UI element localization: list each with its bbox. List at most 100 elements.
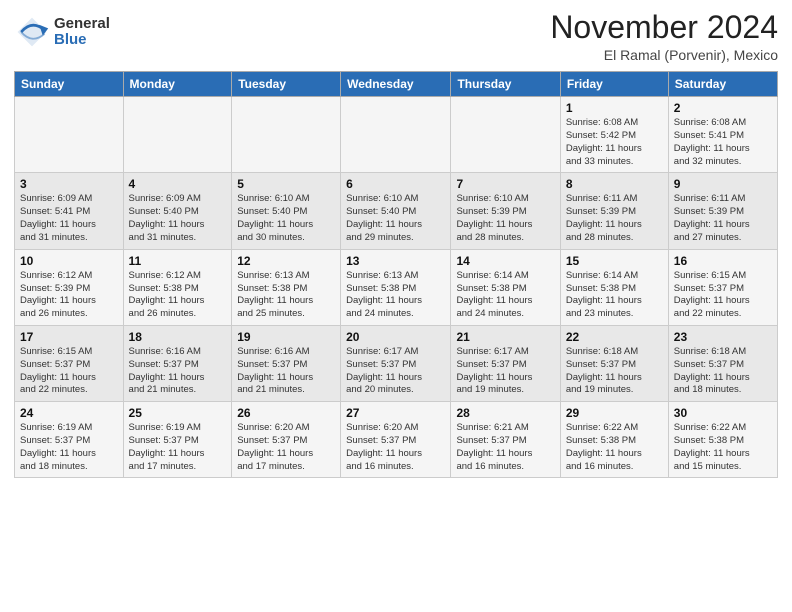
day-info: Sunrise: 6:20 AM Sunset: 5:37 PM Dayligh… <box>237 422 335 473</box>
calendar-header-sunday: Sunday <box>15 72 124 97</box>
calendar-cell: 15 Sunrise: 6:14 AM Sunset: 5:38 PM Dayli… <box>560 249 668 325</box>
logo-general-text: General <box>54 16 110 33</box>
logo: General Blue <box>14 14 110 50</box>
calendar-body: 1 Sunrise: 6:08 AM Sunset: 5:42 PM Daylig… <box>15 97 778 478</box>
day-info: Sunrise: 6:08 AM Sunset: 5:42 PM Dayligh… <box>566 117 663 168</box>
calendar-cell <box>15 97 124 173</box>
header: General Blue November 2024 El Ramal (Por… <box>14 10 778 63</box>
calendar-cell: 21Sunrise: 6:17 AM Sunset: 5:37 PM Dayli… <box>451 325 560 401</box>
day-info: Sunrise: 6:09 AM Sunset: 5:41 PM Dayligh… <box>20 193 118 244</box>
day-info: Sunrise: 6:21 AM Sunset: 5:37 PM Dayligh… <box>456 422 554 473</box>
calendar-header-tuesday: Tuesday <box>232 72 341 97</box>
calendar-header-wednesday: Wednesday <box>341 72 451 97</box>
day-number: 9 <box>674 177 772 191</box>
calendar-cell: 11 Sunrise: 6:12 AM Sunset: 5:38 PM Dayli… <box>123 249 232 325</box>
day-info: Sunrise: 6:13 AM Sunset: 5:38 PM Dayligh… <box>346 270 445 321</box>
page-container: General Blue November 2024 El Ramal (Por… <box>0 0 792 488</box>
day-info: Sunrise: 6:13 AM Sunset: 5:38 PM Dayligh… <box>237 270 335 321</box>
calendar-week-row: 10 Sunrise: 6:12 AM Sunset: 5:39 PM Dayli… <box>15 249 778 325</box>
calendar-cell: 25 Sunrise: 6:19 AM Sunset: 5:37 PM Dayli… <box>123 402 232 478</box>
day-number: 28 <box>456 406 554 420</box>
day-number: 14 <box>456 254 554 268</box>
day-number: 2 <box>674 101 772 115</box>
title-block: November 2024 El Ramal (Porvenir), Mexic… <box>550 10 778 63</box>
calendar-week-row: 3Sunrise: 6:09 AM Sunset: 5:41 PM Daylig… <box>15 173 778 249</box>
calendar-cell: 29 Sunrise: 6:22 AM Sunset: 5:38 PM Dayli… <box>560 402 668 478</box>
day-info: Sunrise: 6:22 AM Sunset: 5:38 PM Dayligh… <box>566 422 663 473</box>
day-number: 7 <box>456 177 554 191</box>
calendar-cell: 12 Sunrise: 6:13 AM Sunset: 5:38 PM Dayli… <box>232 249 341 325</box>
day-info: Sunrise: 6:15 AM Sunset: 5:37 PM Dayligh… <box>674 270 772 321</box>
day-number: 1 <box>566 101 663 115</box>
day-info: Sunrise: 6:14 AM Sunset: 5:38 PM Dayligh… <box>566 270 663 321</box>
calendar-header-friday: Friday <box>560 72 668 97</box>
calendar-cell: 28 Sunrise: 6:21 AM Sunset: 5:37 PM Dayli… <box>451 402 560 478</box>
calendar-cell: 9Sunrise: 6:11 AM Sunset: 5:39 PM Daylig… <box>668 173 777 249</box>
calendar-week-row: 17Sunrise: 6:15 AM Sunset: 5:37 PM Dayli… <box>15 325 778 401</box>
calendar-cell <box>123 97 232 173</box>
calendar-cell: 7Sunrise: 6:10 AM Sunset: 5:39 PM Daylig… <box>451 173 560 249</box>
day-info: Sunrise: 6:18 AM Sunset: 5:37 PM Dayligh… <box>566 346 663 397</box>
calendar-cell: 26 Sunrise: 6:20 AM Sunset: 5:37 PM Dayli… <box>232 402 341 478</box>
day-info: Sunrise: 6:09 AM Sunset: 5:40 PM Dayligh… <box>129 193 227 244</box>
logo-text: General Blue <box>54 16 110 49</box>
day-number: 16 <box>674 254 772 268</box>
calendar-cell: 20 Sunrise: 6:17 AM Sunset: 5:37 PM Dayli… <box>341 325 451 401</box>
calendar-cell: 5Sunrise: 6:10 AM Sunset: 5:40 PM Daylig… <box>232 173 341 249</box>
calendar-cell: 23 Sunrise: 6:18 AM Sunset: 5:37 PM Dayli… <box>668 325 777 401</box>
day-number: 6 <box>346 177 445 191</box>
day-number: 19 <box>237 330 335 344</box>
day-info: Sunrise: 6:19 AM Sunset: 5:37 PM Dayligh… <box>129 422 227 473</box>
calendar-cell: 3Sunrise: 6:09 AM Sunset: 5:41 PM Daylig… <box>15 173 124 249</box>
day-info: Sunrise: 6:10 AM Sunset: 5:40 PM Dayligh… <box>346 193 445 244</box>
day-info: Sunrise: 6:19 AM Sunset: 5:37 PM Dayligh… <box>20 422 118 473</box>
day-number: 12 <box>237 254 335 268</box>
logo-blue-text: Blue <box>54 32 110 49</box>
day-number: 13 <box>346 254 445 268</box>
day-number: 10 <box>20 254 118 268</box>
day-number: 21 <box>456 330 554 344</box>
day-info: Sunrise: 6:16 AM Sunset: 5:37 PM Dayligh… <box>237 346 335 397</box>
day-info: Sunrise: 6:14 AM Sunset: 5:38 PM Dayligh… <box>456 270 554 321</box>
day-number: 24 <box>20 406 118 420</box>
calendar-cell: 4 Sunrise: 6:09 AM Sunset: 5:40 PM Daylig… <box>123 173 232 249</box>
day-number: 22 <box>566 330 663 344</box>
day-number: 20 <box>346 330 445 344</box>
day-number: 27 <box>346 406 445 420</box>
calendar-cell <box>232 97 341 173</box>
calendar-cell: 18Sunrise: 6:16 AM Sunset: 5:37 PM Dayli… <box>123 325 232 401</box>
day-info: Sunrise: 6:12 AM Sunset: 5:39 PM Dayligh… <box>20 270 118 321</box>
day-info: Sunrise: 6:12 AM Sunset: 5:38 PM Dayligh… <box>129 270 227 321</box>
calendar-week-row: 24 Sunrise: 6:19 AM Sunset: 5:37 PM Dayli… <box>15 402 778 478</box>
calendar-table: SundayMondayTuesdayWednesdayThursdayFrid… <box>14 71 778 478</box>
day-info: Sunrise: 6:16 AM Sunset: 5:37 PM Dayligh… <box>129 346 227 397</box>
day-number: 29 <box>566 406 663 420</box>
day-number: 5 <box>237 177 335 191</box>
calendar-week-row: 1 Sunrise: 6:08 AM Sunset: 5:42 PM Daylig… <box>15 97 778 173</box>
calendar-cell: 22 Sunrise: 6:18 AM Sunset: 5:37 PM Dayli… <box>560 325 668 401</box>
day-number: 15 <box>566 254 663 268</box>
day-info: Sunrise: 6:15 AM Sunset: 5:37 PM Dayligh… <box>20 346 118 397</box>
calendar-cell <box>341 97 451 173</box>
day-number: 11 <box>129 254 227 268</box>
calendar-header-saturday: Saturday <box>668 72 777 97</box>
location-subtitle: El Ramal (Porvenir), Mexico <box>550 47 778 63</box>
calendar-cell: 6 Sunrise: 6:10 AM Sunset: 5:40 PM Daylig… <box>341 173 451 249</box>
calendar-cell: 17Sunrise: 6:15 AM Sunset: 5:37 PM Dayli… <box>15 325 124 401</box>
calendar-cell <box>451 97 560 173</box>
calendar-cell: 14 Sunrise: 6:14 AM Sunset: 5:38 PM Dayli… <box>451 249 560 325</box>
day-number: 4 <box>129 177 227 191</box>
day-info: Sunrise: 6:18 AM Sunset: 5:37 PM Dayligh… <box>674 346 772 397</box>
day-number: 26 <box>237 406 335 420</box>
logo-icon <box>14 14 50 50</box>
calendar-cell: 27Sunrise: 6:20 AM Sunset: 5:37 PM Dayli… <box>341 402 451 478</box>
day-info: Sunrise: 6:17 AM Sunset: 5:37 PM Dayligh… <box>346 346 445 397</box>
calendar-cell: 24 Sunrise: 6:19 AM Sunset: 5:37 PM Dayli… <box>15 402 124 478</box>
calendar-cell: 16 Sunrise: 6:15 AM Sunset: 5:37 PM Dayli… <box>668 249 777 325</box>
calendar-cell: 19 Sunrise: 6:16 AM Sunset: 5:37 PM Dayli… <box>232 325 341 401</box>
day-number: 25 <box>129 406 227 420</box>
calendar-cell: 10 Sunrise: 6:12 AM Sunset: 5:39 PM Dayli… <box>15 249 124 325</box>
day-number: 23 <box>674 330 772 344</box>
calendar-cell: 1 Sunrise: 6:08 AM Sunset: 5:42 PM Daylig… <box>560 97 668 173</box>
calendar-cell: 30Sunrise: 6:22 AM Sunset: 5:38 PM Dayli… <box>668 402 777 478</box>
